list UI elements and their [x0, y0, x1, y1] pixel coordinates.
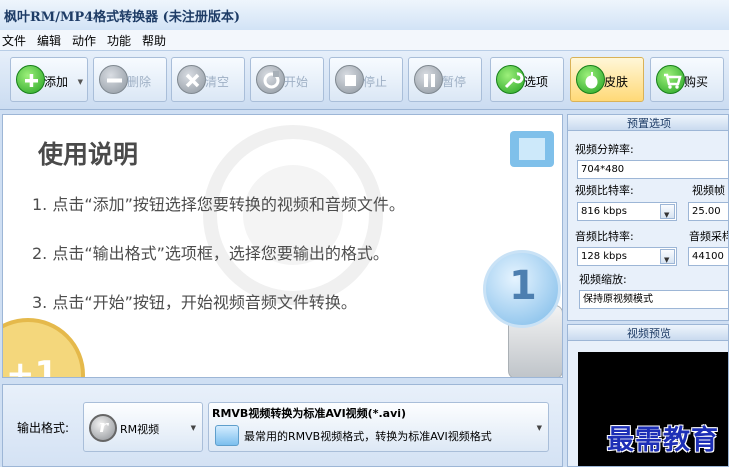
clear-label: 清空 [205, 75, 230, 89]
plus-icon [16, 65, 45, 94]
title-bar[interactable]: 枫叶RM/MP4格式转换器 (未注册版本) [0, 0, 729, 30]
menu-file[interactable]: 文件 [2, 32, 26, 49]
video-preview-title: 视频预览 [627, 327, 671, 340]
menu-function[interactable]: 功能 [107, 32, 131, 49]
video-bitrate-select[interactable]: 816 kbps [577, 202, 677, 221]
preset-title: RMVB视频转换为标准AVI视频(*.avi) [212, 407, 407, 420]
audio-bitrate-select[interactable]: 128 kbps [577, 247, 677, 266]
pause-button[interactable]: 暂停 [408, 57, 482, 102]
resolution-label: 视频分辨率: [575, 143, 634, 156]
video-preview-header: 视频预览 [568, 325, 728, 341]
badge-number: 1 [509, 263, 537, 309]
add-button[interactable]: 添加 ▼ [10, 57, 88, 102]
menu-action[interactable]: 动作 [72, 32, 96, 49]
format-select[interactable]: RM视频 ▼ [83, 402, 203, 452]
film-icon [510, 131, 554, 167]
add-label: 添加 [44, 75, 69, 89]
cart-icon [656, 65, 685, 94]
video-bitrate-value: 816 kbps [581, 206, 627, 217]
scale-label: 视频缩放: [579, 273, 627, 286]
preset-options-header: 预置选项 [568, 115, 728, 131]
start-button[interactable]: 开始 [250, 57, 324, 102]
menu-help[interactable]: 帮助 [142, 32, 166, 49]
wrench-icon [496, 65, 525, 94]
usage-step-2: 2. 点击“输出格式”选项框，选择您要输出的格式。 [32, 244, 389, 263]
corner-watermark: 最需教育 [607, 425, 719, 456]
audio-bitrate-label: 音频比特率: [575, 230, 634, 243]
buy-label: 购买 [684, 75, 709, 89]
apple-icon [576, 65, 605, 94]
stop-button[interactable]: 停止 [329, 57, 403, 102]
output-format-label: 输出格式: [17, 421, 70, 435]
minus-icon [99, 65, 128, 94]
usage-step-1: 1. 点击“添加”按钮选择您要转换的视频和音频文件。 [32, 195, 405, 214]
options-button[interactable]: 选项 [490, 57, 564, 102]
resolution-input[interactable]: 704*480 [577, 160, 728, 179]
options-label: 选项 [524, 75, 549, 89]
menu-bar: 文件 编辑 动作 功能 帮助 [0, 30, 729, 50]
format-select-value: RM视频 [120, 423, 160, 436]
chevron-down-icon[interactable] [660, 204, 675, 220]
usage-title: 使用说明 [38, 140, 139, 169]
output-format-panel: 输出格式: RM视频 ▼ RMVB视频转换为标准AVI视频(*.avi) 最常用… [2, 384, 563, 467]
skin-label: 皮肤 [604, 75, 629, 89]
scale-select[interactable]: 保持原视频模式 [579, 290, 728, 309]
framerate-input[interactable]: 25.00 [688, 202, 728, 221]
number-one-badge: 1 [483, 250, 561, 328]
preset-options-panel: 预置选项 视频分辨率: 704*480 视频比特率: 视频帧 816 kbps … [567, 114, 729, 321]
buy-button[interactable]: 购买 [650, 57, 724, 102]
coin-plus-one-icon: +1 [3, 318, 85, 378]
stop-icon [335, 65, 364, 94]
chevron-down-icon: ▼ [190, 424, 196, 432]
preset-options-title: 预置选项 [627, 117, 671, 130]
realplayer-icon [89, 414, 117, 442]
pause-icon [414, 65, 443, 94]
refresh-icon [256, 65, 285, 94]
video-bitrate-label: 视频比特率: [575, 184, 634, 197]
pause-label: 暂停 [442, 75, 467, 89]
chevron-down-icon[interactable] [660, 249, 675, 265]
clear-button[interactable]: 清空 [171, 57, 245, 102]
framerate-label: 视频帧 [692, 184, 725, 197]
skin-button[interactable]: 皮肤 [570, 57, 644, 102]
usage-panel: 使用说明 1. 点击“添加”按钮选择您要转换的视频和音频文件。 2. 点击“输出… [2, 114, 563, 378]
chevron-down-icon: ▼ [536, 424, 542, 432]
start-label: 开始 [284, 75, 309, 89]
chevron-down-icon[interactable]: ▼ [78, 78, 83, 86]
folder-icon [215, 425, 239, 446]
toolbar: 添加 ▼ 删除 清空 开始 停止 暂停 选项 皮肤 购买 [0, 50, 729, 110]
coin-text: +1 [6, 354, 58, 378]
clear-x-icon [177, 65, 206, 94]
audio-bitrate-value: 128 kbps [581, 251, 627, 262]
samplerate-label: 音频采样 [689, 230, 729, 243]
delete-button[interactable]: 删除 [93, 57, 167, 102]
stop-label: 停止 [363, 75, 388, 89]
menu-edit[interactable]: 编辑 [37, 32, 61, 49]
preset-description: 最常用的RMVB视频格式，转换为标准AVI视频格式 [244, 430, 492, 443]
preset-select[interactable]: RMVB视频转换为标准AVI视频(*.avi) 最常用的RMVB视频格式，转换为… [208, 402, 549, 452]
delete-label: 删除 [127, 75, 152, 89]
window-title: 枫叶RM/MP4格式转换器 (未注册版本) [4, 10, 240, 25]
samplerate-input[interactable]: 44100 [688, 247, 728, 266]
